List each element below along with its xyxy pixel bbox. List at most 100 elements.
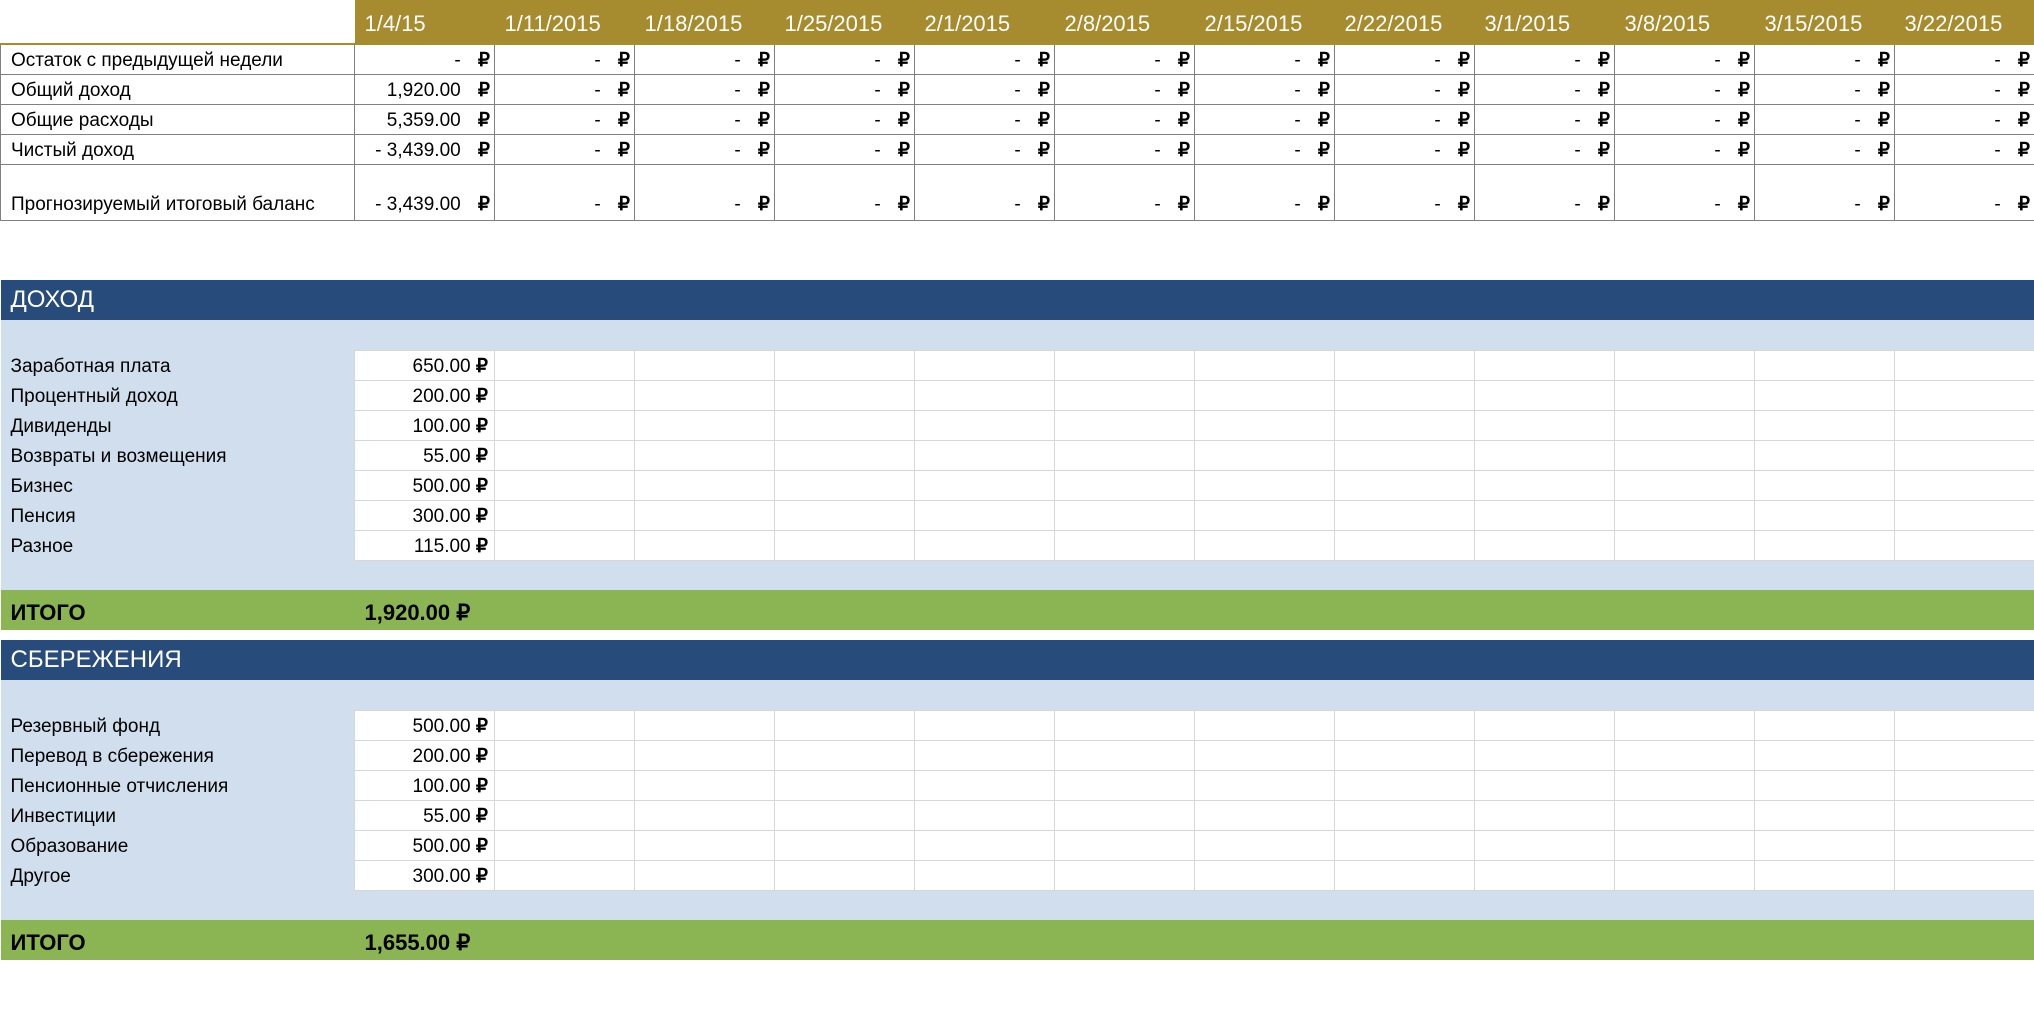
summary-cell[interactable]: - ₽	[1895, 44, 2034, 74]
item-label[interactable]: Разное	[1, 530, 355, 560]
summary-cell[interactable]: - ₽	[495, 134, 635, 164]
item-empty-cell[interactable]	[495, 410, 635, 440]
date-header[interactable]: 1/18/2015	[635, 0, 775, 44]
item-empty-cell[interactable]	[775, 530, 915, 560]
item-empty-cell[interactable]	[1475, 800, 1615, 830]
summary-cell[interactable]: - ₽	[1335, 44, 1475, 74]
item-empty-cell[interactable]	[1895, 770, 2034, 800]
summary-cell[interactable]: - ₽	[1335, 164, 1475, 220]
item-empty-cell[interactable]	[1475, 470, 1615, 500]
item-label[interactable]: Возвраты и возмещения	[1, 440, 355, 470]
item-empty-cell[interactable]	[635, 770, 775, 800]
item-empty-cell[interactable]	[635, 440, 775, 470]
item-empty-cell[interactable]	[1475, 410, 1615, 440]
item-empty-cell[interactable]	[635, 500, 775, 530]
summary-cell[interactable]: - ₽	[1895, 74, 2034, 104]
item-value-cell[interactable]: 500.00 ₽	[355, 470, 495, 500]
item-empty-cell[interactable]	[635, 740, 775, 770]
summary-cell[interactable]: - ₽	[1195, 44, 1335, 74]
item-empty-cell[interactable]	[1895, 350, 2034, 380]
item-empty-cell[interactable]	[1895, 800, 2034, 830]
summary-cell[interactable]: - ₽	[775, 134, 915, 164]
summary-cell[interactable]: - ₽	[1335, 104, 1475, 134]
summary-cell[interactable]: - ₽	[495, 164, 635, 220]
summary-cell[interactable]: - ₽	[1615, 164, 1755, 220]
item-empty-cell[interactable]	[775, 770, 915, 800]
summary-row-label[interactable]: Общий доход	[1, 74, 355, 104]
summary-cell[interactable]: - ₽	[1755, 74, 1895, 104]
summary-cell[interactable]: - ₽	[1755, 134, 1895, 164]
item-empty-cell[interactable]	[1055, 440, 1195, 470]
item-empty-cell[interactable]	[1055, 530, 1195, 560]
summary-cell[interactable]: - ₽	[1475, 164, 1615, 220]
item-label[interactable]: Пенсия	[1, 500, 355, 530]
summary-cell[interactable]: - ₽	[1335, 74, 1475, 104]
item-empty-cell[interactable]	[1055, 350, 1195, 380]
summary-cell[interactable]: - ₽	[1475, 44, 1615, 74]
summary-cell[interactable]: - ₽	[1475, 74, 1615, 104]
item-empty-cell[interactable]	[1475, 860, 1615, 890]
item-empty-cell[interactable]	[1195, 710, 1335, 740]
item-label[interactable]: Перевод в сбережения	[1, 740, 355, 770]
item-empty-cell[interactable]	[1475, 710, 1615, 740]
item-empty-cell[interactable]	[1335, 800, 1475, 830]
item-empty-cell[interactable]	[1895, 710, 2034, 740]
item-empty-cell[interactable]	[775, 500, 915, 530]
item-empty-cell[interactable]	[1755, 410, 1895, 440]
item-value-cell[interactable]: 500.00 ₽	[355, 710, 495, 740]
item-empty-cell[interactable]	[775, 860, 915, 890]
summary-cell[interactable]: - ₽	[1335, 134, 1475, 164]
item-empty-cell[interactable]	[1055, 860, 1195, 890]
date-header[interactable]: 3/15/2015	[1755, 0, 1895, 44]
item-empty-cell[interactable]	[1055, 800, 1195, 830]
item-empty-cell[interactable]	[1335, 830, 1475, 860]
item-empty-cell[interactable]	[915, 530, 1055, 560]
item-empty-cell[interactable]	[775, 380, 915, 410]
date-header[interactable]: 2/15/2015	[1195, 0, 1335, 44]
item-empty-cell[interactable]	[1475, 530, 1615, 560]
item-empty-cell[interactable]	[1895, 740, 2034, 770]
summary-cell[interactable]: - ₽	[1475, 104, 1615, 134]
item-label[interactable]: Заработная плата	[1, 350, 355, 380]
item-empty-cell[interactable]	[635, 800, 775, 830]
item-empty-cell[interactable]	[1615, 860, 1755, 890]
item-empty-cell[interactable]	[915, 350, 1055, 380]
item-value-cell[interactable]: 100.00 ₽	[355, 410, 495, 440]
item-empty-cell[interactable]	[1755, 500, 1895, 530]
date-header[interactable]: 3/22/2015	[1895, 0, 2034, 44]
summary-cell[interactable]: - ₽	[915, 164, 1055, 220]
item-empty-cell[interactable]	[1475, 380, 1615, 410]
summary-cell[interactable]: - ₽	[635, 44, 775, 74]
item-empty-cell[interactable]	[1335, 440, 1475, 470]
item-label[interactable]: Дивиденды	[1, 410, 355, 440]
item-empty-cell[interactable]	[775, 740, 915, 770]
summary-cell[interactable]: - ₽	[1895, 104, 2034, 134]
summary-cell[interactable]: - ₽	[1615, 44, 1755, 74]
summary-cell[interactable]: - ₽	[495, 44, 635, 74]
item-empty-cell[interactable]	[495, 350, 635, 380]
date-header[interactable]: 2/1/2015	[915, 0, 1055, 44]
item-empty-cell[interactable]	[1335, 500, 1475, 530]
item-empty-cell[interactable]	[1335, 770, 1475, 800]
item-empty-cell[interactable]	[915, 380, 1055, 410]
item-empty-cell[interactable]	[1755, 380, 1895, 410]
item-empty-cell[interactable]	[1055, 410, 1195, 440]
summary-cell[interactable]: - ₽	[495, 104, 635, 134]
summary-row-label[interactable]: Остаток с предыдущей недели	[1, 44, 355, 74]
item-empty-cell[interactable]	[1195, 410, 1335, 440]
item-empty-cell[interactable]	[1755, 830, 1895, 860]
item-value-cell[interactable]: 55.00 ₽	[355, 440, 495, 470]
item-empty-cell[interactable]	[1335, 380, 1475, 410]
item-empty-cell[interactable]	[1895, 830, 2034, 860]
item-empty-cell[interactable]	[1335, 860, 1475, 890]
date-header[interactable]: 1/4/15	[355, 0, 495, 44]
summary-cell[interactable]: - ₽	[775, 104, 915, 134]
summary-cell[interactable]: - ₽	[1755, 44, 1895, 74]
item-empty-cell[interactable]	[1615, 440, 1755, 470]
item-empty-cell[interactable]	[1895, 530, 2034, 560]
item-empty-cell[interactable]	[1755, 710, 1895, 740]
summary-row-label[interactable]: Чистый доход	[1, 134, 355, 164]
item-value-cell[interactable]: 300.00 ₽	[355, 500, 495, 530]
summary-cell[interactable]: - ₽	[635, 134, 775, 164]
item-value-cell[interactable]: 115.00 ₽	[355, 530, 495, 560]
